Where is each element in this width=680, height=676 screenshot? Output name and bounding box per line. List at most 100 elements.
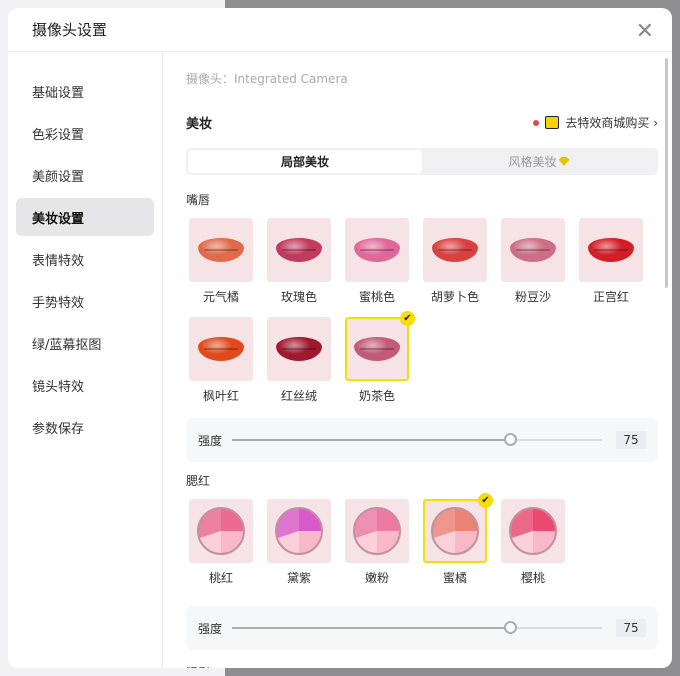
sidebar-item-label: 参数保存 — [32, 421, 85, 437]
sidebar-item-label: 镜头特效 — [32, 379, 85, 395]
notification-dot — [533, 119, 540, 126]
slider-track[interactable] — [232, 433, 602, 446]
lips-option[interactable]: 红丝绒 — [267, 317, 331, 404]
slider-fill — [232, 439, 510, 441]
lips-option[interactable]: 玫瑰色 — [267, 218, 331, 305]
lips-option[interactable]: 元气橘 — [189, 218, 253, 305]
lips-thumbnail: ✔ — [345, 311, 415, 381]
makeup-tabs: 局部美妆 风格美妆 — [186, 148, 658, 175]
lips-grid: 元气橘 玫瑰色 蜜桃色 胡萝卜色 粉豆沙 正宫红枫叶红 红丝绒 ✔ 奶茶色 — [186, 218, 658, 416]
sidebar-item[interactable]: 绿/蓝幕抠图 — [16, 324, 154, 362]
lips-option[interactable]: 粉豆沙 — [501, 218, 565, 305]
lips-thumbnail — [579, 218, 643, 282]
tab-label: 局部美妆 — [280, 155, 329, 169]
sidebar-item-label: 基础设置 — [32, 85, 85, 101]
option-label: 玫瑰色 — [280, 290, 317, 304]
sidebar-item-label: 色彩设置 — [32, 127, 85, 143]
option-label: 红丝绒 — [280, 389, 317, 403]
blush-swatch-icon — [197, 507, 245, 555]
option-label: 嫩粉 — [364, 571, 389, 585]
dialog-title: 摄像头设置 — [8, 8, 672, 52]
blush-thumbnail — [189, 499, 253, 563]
option-label: 蜜橘 — [442, 571, 467, 585]
lips-thumbnail — [267, 218, 331, 282]
main-panel: 摄像头：Integrated Camera 美妆 去特效商城购买 › 局部美妆 … — [186, 52, 658, 668]
lips-option[interactable]: 蜜桃色 — [345, 218, 409, 305]
tab-style-makeup[interactable]: 风格美妆 — [422, 150, 656, 173]
lips-thumbnail — [189, 317, 253, 381]
blush-grid: 桃红 黛紫 嫩粉 ✔ 蜜橘 樱桃 — [186, 493, 658, 598]
sidebar-item[interactable]: 表情特效 — [16, 240, 154, 278]
sidebar-item[interactable]: 手势特效 — [16, 282, 154, 320]
camera-settings-dialog: 摄像头设置 ✕ 基础设置色彩设置美颜设置美妆设置表情特效手势特效绿/蓝幕抠图 镜头… — [8, 8, 672, 668]
blush-option[interactable]: 黛紫 — [267, 499, 331, 586]
sidebar-item[interactable]: 美妆设置 — [16, 198, 154, 236]
sidebar-item-label: 手势特效 — [32, 295, 85, 311]
slider-fill — [232, 627, 510, 629]
lips-thumbnail — [267, 317, 331, 381]
strength-value[interactable]: 75 — [616, 619, 646, 637]
lips-swatch-icon — [198, 337, 244, 361]
tab-local-makeup[interactable]: 局部美妆 — [188, 150, 422, 173]
slider-handle[interactable] — [503, 433, 517, 446]
close-icon[interactable]: ✕ — [636, 19, 654, 44]
blush-option[interactable]: 樱桃 — [501, 499, 565, 586]
option-label: 奶茶色 — [358, 389, 395, 403]
lips-swatch-icon — [510, 238, 556, 262]
lips-option[interactable]: 正宫红 — [579, 218, 643, 305]
lips-thumbnail — [423, 218, 487, 282]
lips-thumbnail — [501, 218, 565, 282]
lips-swatch-icon — [588, 238, 634, 262]
lips-swatch-icon — [276, 238, 322, 262]
lips-strength-slider: 强度 75 — [186, 418, 658, 462]
sidebar-item[interactable]: 色彩设置 — [16, 114, 154, 152]
blush-title: 腮红 — [186, 474, 211, 488]
sidebar-item-label: 绿/蓝幕抠图 — [32, 337, 102, 353]
sidebar-item[interactable]: 基础设置 — [16, 72, 154, 110]
blush-swatch-icon — [509, 507, 557, 555]
blush-swatch-icon — [275, 507, 323, 555]
lips-title: 嘴唇 — [186, 193, 211, 207]
option-label: 桃红 — [208, 571, 233, 585]
blush-swatch-icon — [353, 507, 401, 555]
slider-track[interactable] — [232, 621, 602, 634]
sidebar-item-label: 美妆设置 — [32, 211, 85, 227]
blush-thumbnail — [501, 499, 565, 563]
sidebar-item[interactable]: 镜头特效 — [16, 366, 154, 404]
lips-swatch-icon — [276, 337, 322, 361]
option-label: 胡萝卜色 — [430, 290, 479, 304]
blush-option[interactable]: ✔ 蜜橘 — [423, 493, 493, 586]
option-label: 樱桃 — [520, 571, 545, 585]
shop-link[interactable]: 去特效商城购买 › — [533, 114, 658, 131]
lips-option[interactable]: 胡萝卜色 — [423, 218, 487, 305]
blush-option[interactable]: 桃红 — [189, 499, 253, 586]
check-icon: ✔ — [400, 311, 415, 326]
sidebar-item[interactable]: 美颜设置 — [16, 156, 154, 194]
tab-label: 风格美妆 — [508, 155, 557, 169]
strength-value[interactable]: 75 — [616, 431, 646, 449]
option-label: 元气橘 — [202, 290, 239, 304]
sidebar-item[interactable]: 参数保存 — [16, 408, 154, 446]
blush-option[interactable]: 嫩粉 — [345, 499, 409, 586]
lips-thumbnail — [345, 218, 409, 282]
shop-icon — [545, 116, 560, 129]
slider-handle[interactable] — [503, 621, 517, 634]
lips-thumbnail — [189, 218, 253, 282]
blush-strength-slider: 强度 75 — [186, 606, 658, 650]
lips-swatch-icon — [354, 238, 400, 262]
scrollbar[interactable] — [665, 58, 668, 288]
lips-option[interactable]: 枫叶红 — [189, 317, 253, 404]
shop-link-label: 去特效商城购买 › — [565, 116, 658, 130]
camera-name: 摄像头：Integrated Camera — [186, 72, 348, 86]
sidebar: 基础设置色彩设置美颜设置美妆设置表情特效手势特效绿/蓝幕抠图 镜头特效参数保存 — [8, 52, 163, 668]
lips-swatch-icon — [432, 238, 478, 262]
option-label: 黛紫 — [286, 571, 311, 585]
strength-label: 强度 — [198, 433, 223, 448]
sidebar-item-label: 美颜设置 — [32, 169, 85, 185]
blush-thumbnail — [267, 499, 331, 563]
option-label: 粉豆沙 — [514, 290, 551, 304]
eyeshadow-title: 眼影 — [186, 664, 658, 668]
blush-swatch-icon — [431, 507, 479, 555]
lips-option[interactable]: ✔ 奶茶色 — [345, 311, 415, 404]
lips-swatch-icon — [198, 238, 244, 262]
